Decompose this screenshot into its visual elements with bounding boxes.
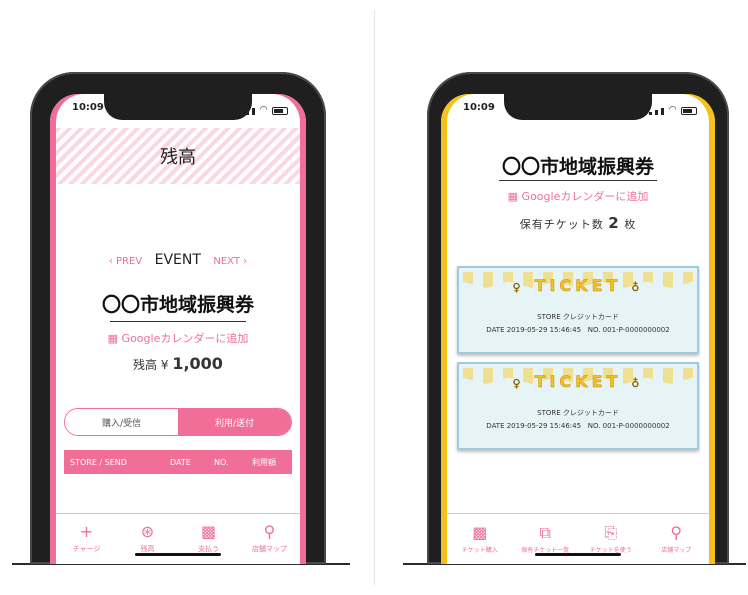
yen-icon: ⊛: [140, 522, 155, 541]
title-underline: [110, 321, 246, 322]
ticket-title: ♀ TICKET ♁: [512, 372, 644, 392]
tab-buy-receive[interactable]: 購入/受信: [65, 409, 178, 435]
qr-icon: ▩: [200, 522, 217, 541]
ticket-use-icon: ⎘: [604, 522, 618, 542]
bottom-navigation: ▩ チケット購入 ⧉ 保有チケット一覧 ⎘ チケットを使う ⚲ 店舗マップ: [447, 513, 709, 564]
calendar-icon: ▦: [507, 190, 522, 203]
nav-use-ticket[interactable]: ⎘ チケットを使う: [578, 514, 644, 564]
nav-store-map[interactable]: ⚲ 店舗マップ: [644, 514, 710, 564]
bottom-navigation: + チャージ ⊛ 残高 ▩ 支払う ⚲ 店舗マップ: [56, 513, 300, 564]
balance-label: 残高 ¥: [133, 358, 169, 372]
status-time: 10:09: [463, 102, 495, 113]
nav-buy-ticket[interactable]: ▩ チケット購入: [447, 514, 513, 564]
calendar-link-label: Googleカレンダーに追加: [121, 332, 249, 345]
ticket-store: STORE クレジットカード: [537, 313, 619, 321]
nav-charge[interactable]: + チャージ: [56, 514, 117, 564]
ticket-count-value: 2: [608, 214, 620, 232]
phone-mockup-tickets: 10:09 ◠ 〇〇市地域振興券 ▦ Googleカレンダーに追加 保有チケット…: [427, 72, 729, 564]
ticket-date-no: DATE 2019-05-29 15:46:45 NO. 001-P-00000…: [459, 422, 697, 430]
page-title: 残高: [160, 147, 196, 168]
calendar-icon: ▦: [107, 332, 122, 345]
prev-button[interactable]: ‹ PREV: [109, 256, 142, 267]
signal-battery-icon: ◠: [240, 105, 288, 115]
map-pin-icon: ⚲: [263, 522, 276, 541]
nav-label: チャージ: [72, 545, 101, 553]
cup-icon: ♁: [631, 281, 644, 295]
nav-label: 店舗マップ: [661, 546, 692, 554]
nav-label: 店舗マップ: [252, 545, 287, 553]
phone-mockup-balance: 10:09 ◠ 残高 ‹ PREV EVENT NEXT › 〇〇市地域振興券 …: [30, 72, 326, 564]
ticket-count: 保有チケット数 2 枚: [441, 214, 715, 232]
ticket-count-unit: 枚: [624, 218, 637, 231]
history-tabs: 購入/受信 利用/送付: [64, 408, 292, 436]
nav-label: チケット購入: [461, 546, 498, 554]
ticket-card[interactable]: ♀ TICKET ♁ STORE クレジットカード DATE 2019-05-29 …: [457, 266, 699, 354]
column-date: DATE: [170, 457, 191, 467]
status-time: 10:09: [72, 102, 104, 113]
balance-value: 1,000: [172, 354, 223, 373]
cup-icon: ♁: [631, 377, 644, 391]
event-label: EVENT: [154, 252, 201, 268]
history-table-header: STORE / SEND DATE NO. 利用額: [64, 450, 292, 474]
voucher-name: 〇〇市地域振興券: [501, 156, 654, 178]
home-indicator: [535, 553, 621, 556]
ticket-number: NO. 001-P-0000000002: [587, 422, 670, 430]
balance-screen: 10:09 ◠ 残高 ‹ PREV EVENT NEXT › 〇〇市地域振興券 …: [50, 94, 306, 564]
event-navigation: ‹ PREV EVENT NEXT ›: [50, 252, 306, 268]
home-indicator: [135, 553, 221, 556]
ticket-screen: 10:09 ◠ 〇〇市地域振興券 ▦ Googleカレンダーに追加 保有チケット…: [441, 94, 715, 564]
ticket-number: NO. 001-P-0000000002: [587, 326, 670, 334]
signal-battery-icon: ◠: [649, 105, 697, 115]
calendar-link-label: Googleカレンダーに追加: [521, 190, 649, 203]
title-underline: [499, 180, 657, 181]
plus-icon: +: [79, 522, 94, 541]
lightbulb-icon: ♀: [512, 377, 525, 391]
ticket-title: ♀ TICKET ♁: [512, 276, 644, 296]
status-bar: 10:09 ◠: [50, 102, 306, 118]
nav-store-map[interactable]: ⚲ 店舗マップ: [239, 514, 300, 564]
ticket-card[interactable]: ♀ TICKET ♁ STORE クレジットカード DATE 2019-05-29 …: [457, 362, 699, 450]
google-calendar-link[interactable]: ▦ Googleカレンダーに追加: [50, 330, 306, 346]
ticket-count-label: 保有チケット数: [519, 218, 604, 231]
center-divider: [374, 10, 375, 585]
column-amount: 利用額: [252, 457, 276, 467]
ticket-store: STORE クレジットカード: [537, 409, 619, 417]
ticket-date-no: DATE 2019-05-29 15:46:45 NO. 001-P-00000…: [459, 326, 697, 334]
map-pin-icon: ⚲: [670, 522, 683, 542]
ticket-date: DATE 2019-05-29 15:46:45: [486, 422, 582, 430]
lightbulb-icon: ♀: [512, 281, 525, 295]
next-button[interactable]: NEXT ›: [213, 256, 247, 267]
qr-icon: ▩: [472, 522, 488, 542]
tab-use-send[interactable]: 利用/送付: [178, 409, 291, 435]
page-header: 残高: [56, 128, 300, 184]
column-store: STORE / SEND: [70, 457, 127, 467]
balance-display: 残高 ¥ 1,000: [50, 354, 306, 373]
google-calendar-link[interactable]: ▦ Googleカレンダーに追加: [441, 188, 715, 204]
nav-balance[interactable]: ⊛ 残高: [117, 514, 178, 564]
nav-ticket-list[interactable]: ⧉ 保有チケット一覧: [513, 514, 579, 564]
ticket-list-icon: ⧉: [539, 522, 551, 542]
status-bar: 10:09 ◠: [441, 102, 715, 118]
voucher-name: 〇〇市地域振興券: [101, 294, 254, 316]
column-no: NO.: [214, 457, 229, 467]
nav-pay[interactable]: ▩ 支払う: [178, 514, 239, 564]
ticket-date: DATE 2019-05-29 15:46:45: [486, 326, 582, 334]
